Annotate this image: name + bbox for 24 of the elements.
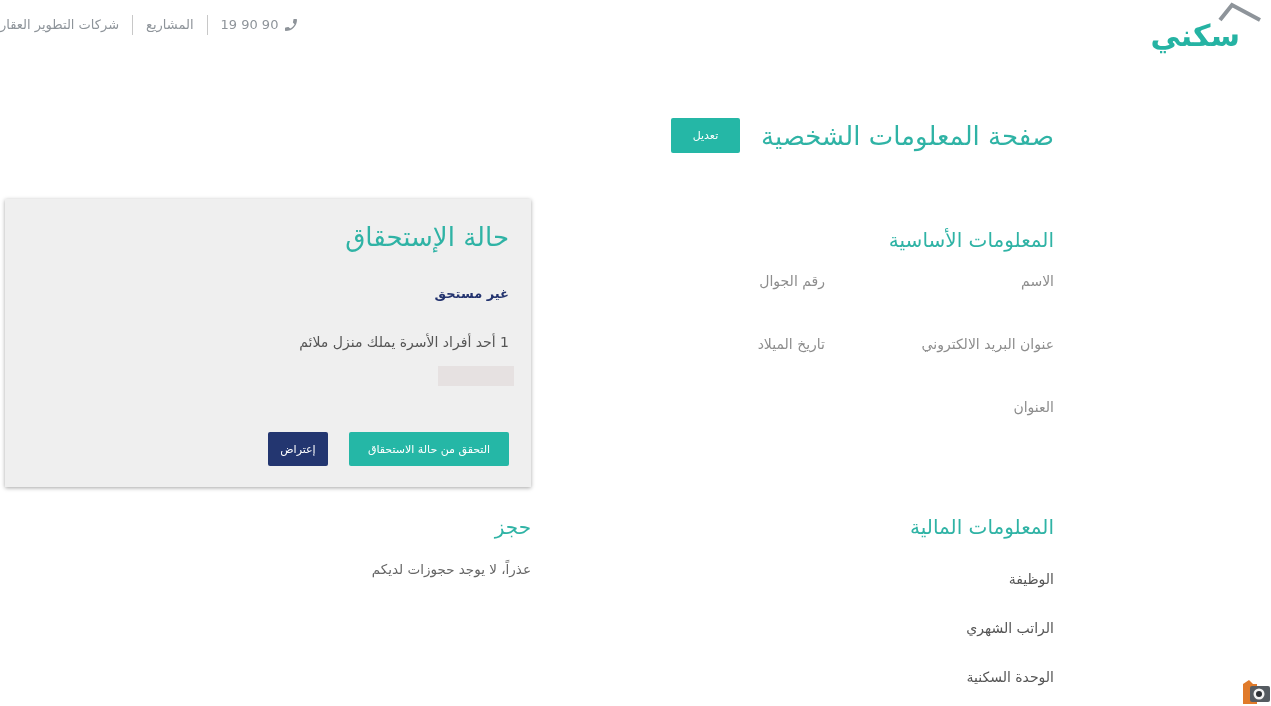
field-label: الاسم [1021,272,1054,291]
check-status-button[interactable]: التحقق من حالة الاستحقاق [349,432,509,466]
section-heading: المعلومات الأساسية [887,227,1054,254]
field-label: الوظيفة [1008,570,1054,589]
objection-button[interactable]: إعتراض [268,432,328,466]
field-label: تاريخ الميلاد [757,335,825,354]
section-heading: حجز [493,514,531,541]
field-label: الوحدة السكنية [966,668,1054,687]
reason-text: 1 أحد أفراد الأسرة يملك منزل ملائم [299,332,509,352]
eligibility-status: غير مستحق [434,285,509,303]
roof-icon [1218,2,1262,22]
card-title: حالة الإستحقاق [345,221,509,254]
field-label: عنوان البريد الالكتروني [921,335,1054,354]
nav-link[interactable]: شركات التطوير العقار [0,16,120,34]
field-label: العنوان [1013,398,1054,417]
field-label: رقم الجوال [759,272,825,291]
section-heading: المعلومات المالية [909,514,1054,541]
phone-icon [285,19,298,31]
phone-link[interactable]: 19 90 90 [220,16,298,34]
nav-link[interactable]: المشاريع [146,16,194,34]
field-label: الراتب الشهري [966,619,1054,638]
page-title: صفحة المعلومات الشخصية [760,119,1054,154]
edit-button[interactable]: تعديل [670,118,740,153]
booking-message: عذراً، لا يوجد حجوزات لديكم [370,559,531,579]
